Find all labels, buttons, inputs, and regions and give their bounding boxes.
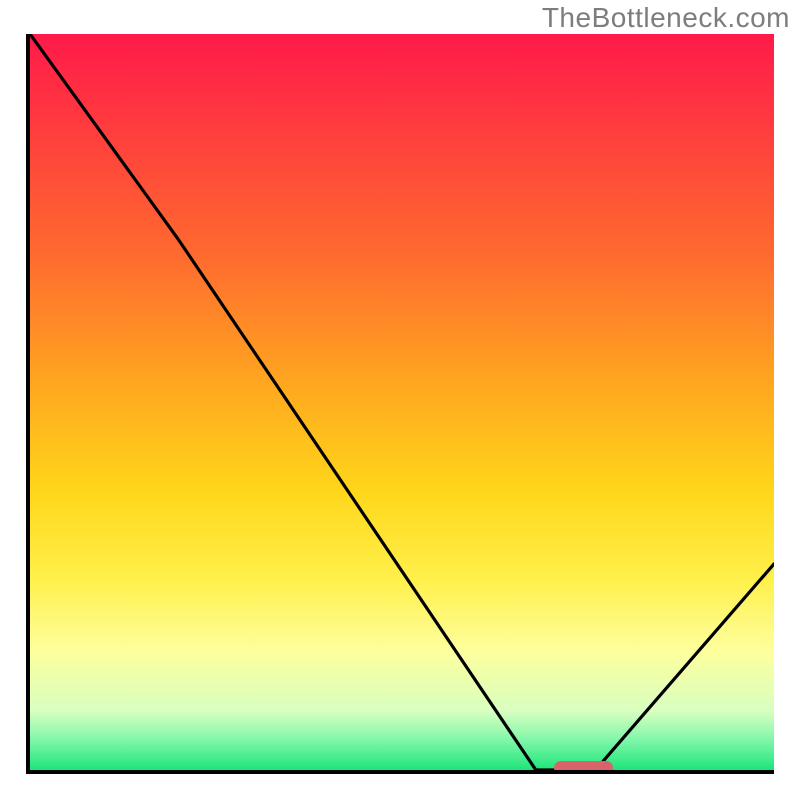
chart-frame: TheBottleneck.com (0, 0, 800, 800)
watermark-text: TheBottleneck.com (542, 2, 790, 34)
bottleneck-curve (30, 34, 774, 770)
plot-area (26, 34, 774, 774)
optimal-marker (554, 761, 614, 774)
